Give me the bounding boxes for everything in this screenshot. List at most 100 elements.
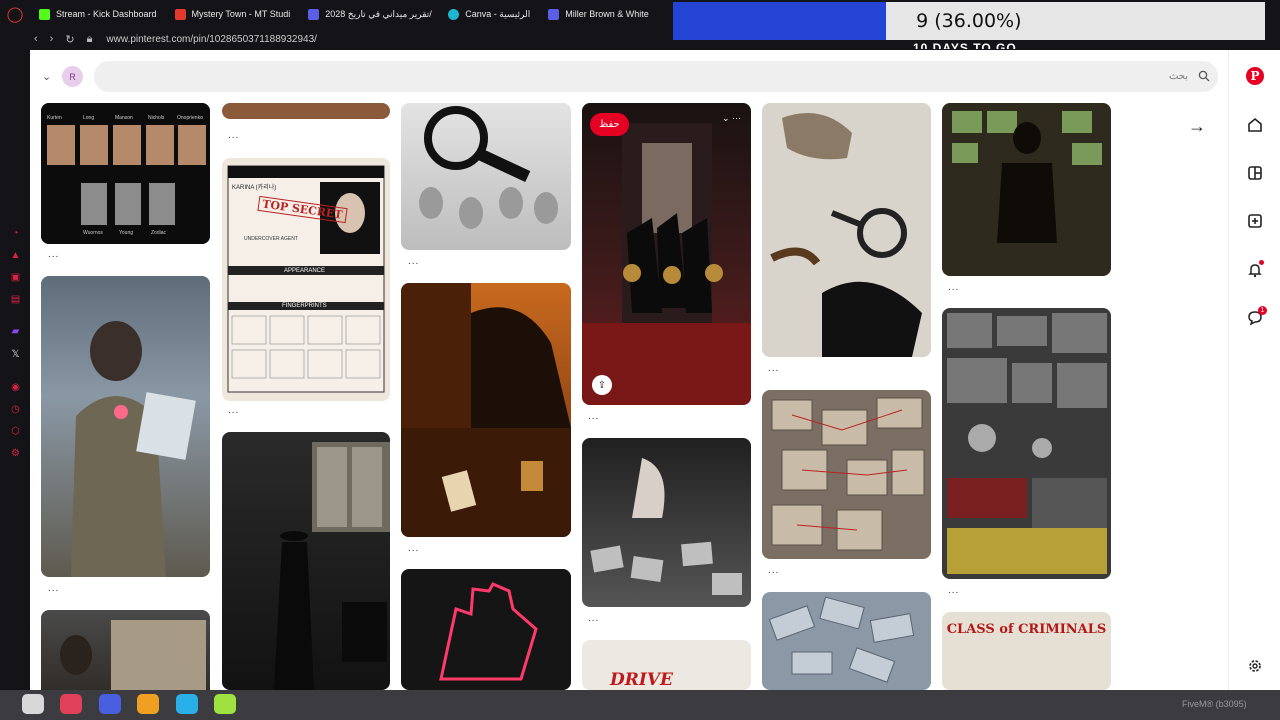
case-wall-image [771,397,925,551]
pin-more-button[interactable]: ... [588,613,599,624]
pin-class-criminals[interactable]: CLASS of CRIMINALS [942,612,1111,690]
search-input[interactable] [94,61,1218,92]
pin-noir-detective[interactable] [222,432,390,690]
pin-more-button[interactable]: ... [768,565,779,576]
fingerprints-image [419,106,558,229]
pin-detective-woman[interactable] [41,276,210,577]
x-icon[interactable]: 𝕏 [10,349,21,360]
pin-heist[interactable]: حفظ ⌄ ⋯ ⇪ [582,103,751,405]
pin-options-icon[interactable]: ⌄ ⋯ [722,113,741,124]
lineup-name: Young [119,230,133,236]
taskbar-app-icon[interactable] [99,694,121,714]
lock-icon: 🔒︎ [86,32,93,45]
lineup-name: Zodiac [151,230,167,236]
pinterest-page: ⌄ R → Kurten Long Manson Nichols Onoprie… [30,50,1280,690]
pin-more-button[interactable]: ... [948,585,959,596]
neon-hand-image [439,582,538,681]
goal-subtitle: 10 DAYS TO GO [913,41,1017,49]
reload-icon[interactable]: ↻ [65,33,74,46]
sidebar-app-icon[interactable]: ▲ [10,250,21,261]
taskbar-app-icon[interactable] [137,694,159,714]
history-icon[interactable]: ◷ [10,404,21,415]
sidebar-app-icon[interactable]: ▣ [10,272,21,283]
fivem-label: FiveM® (b3095) [1182,699,1247,709]
pin-top-cut[interactable] [222,103,390,119]
pin-more-button[interactable]: ... [48,583,59,594]
opera-logo-icon[interactable]: ◯ [0,0,30,28]
pin-evidence-board[interactable] [41,610,210,690]
id-role: UNDERCOVER AGENT [244,236,298,242]
lineup-name: Onoprienko [177,115,203,121]
sidebar-app-icon[interactable]: ⬡ [10,426,21,437]
pin-drive[interactable]: DRIVE [582,640,751,690]
pin-sherlock[interactable] [762,103,931,357]
share-icon[interactable]: ⇪ [592,375,612,395]
settings-icon[interactable]: ⚙ [10,448,21,459]
pinterest-logo-icon[interactable]: P [1243,64,1267,88]
boards-icon[interactable] [1243,161,1267,185]
discord-icon [548,8,560,20]
pin-fingerprints[interactable] [401,103,571,250]
goal-progress-fill [673,2,887,40]
taskbar-app-icon[interactable] [60,694,82,714]
arrow-right-icon[interactable]: → [1188,116,1206,137]
taskbar: FiveM® (b3095) [0,690,1280,720]
tab-canva[interactable]: Canva - الرئيسية [439,0,539,28]
collage-image [947,313,1107,574]
create-icon[interactable] [1243,209,1267,233]
sidebar-app-icon[interactable]: ◉ [10,382,21,393]
home-icon[interactable] [1243,113,1267,137]
discord-icon [308,8,320,20]
sidebar-app-icon[interactable]: ◔ [10,228,21,239]
tab-miller[interactable]: Miller Brown & White [539,0,658,28]
lineup-name: Wuornos [83,230,103,236]
tab-report[interactable]: تقرير ميداني في تاريخ 2028/ [299,0,439,28]
back-icon[interactable]: ‹ [34,33,38,45]
avatar[interactable]: R [62,66,83,87]
notification-dot [1259,260,1264,265]
lineup-name: Manson [115,115,133,121]
pin-more-button[interactable]: ... [768,363,779,374]
tab-mystery-town[interactable]: Mystery Town - MT Studi [166,0,300,28]
messages-icon[interactable]: 1 [1243,306,1267,330]
settings-gear-icon[interactable] [1243,654,1267,678]
notifications-icon[interactable] [1243,258,1267,282]
pin-crime-scene[interactable] [582,438,751,607]
pin-id-card[interactable]: KARINA (카리나) TOP SECRET UNDERCOVER AGENT… [222,158,390,401]
browser-sidebar: ◔ ▲ ▣ ▤ ▰ 𝕏 ◉ ◷ ⬡ ⚙ [0,50,30,690]
id-name: KARINA (카리나) [232,185,277,191]
pin-case-wall[interactable] [762,390,931,559]
save-button[interactable]: حفظ [590,113,629,136]
taskbar-app-icon[interactable] [22,694,44,714]
sidebar-app-icon[interactable]: ▤ [10,294,21,305]
lineup-image [41,103,210,244]
chevron-down-icon[interactable]: ⌄ [42,70,54,83]
pin-noir-illustration[interactable] [401,283,571,537]
forward-icon[interactable]: › [50,33,54,45]
pin-more-button[interactable]: ... [408,543,419,554]
pin-more-button[interactable]: ... [588,411,599,422]
lineup-name: Long [83,115,95,121]
pin-more-button[interactable]: ... [228,405,239,416]
tab-kick[interactable]: Stream - Kick Dashboard [30,0,166,28]
pin-more-button[interactable]: ... [948,282,959,293]
goal-overlay: 9 (36.00%) [673,2,1265,40]
taskbar-app-icon[interactable] [176,694,198,714]
twitch-icon[interactable]: ▰ [10,326,21,337]
taskbar-app-icon[interactable] [214,694,236,714]
messages-badge: 1 [1258,306,1267,315]
pin-lineup[interactable]: Kurten Long Manson Nichols Onoprienko Wu… [41,103,210,244]
pin-neon-hand[interactable] [401,569,571,690]
pin-cameras[interactable] [762,592,931,690]
surveillance-room-image [952,111,1102,243]
pin-more-button[interactable]: ... [48,249,59,260]
pin-more-button[interactable]: ... [408,256,419,267]
url-text[interactable]: www.pinterest.com/pin/102865037118893294… [106,34,317,45]
cameras-image [768,596,915,683]
pin-more-button[interactable]: ... [228,130,239,141]
mt-icon [174,8,186,20]
lineup-name: Kurten [47,115,62,121]
pin-surveillance-room[interactable] [942,103,1111,276]
pin-collage[interactable] [942,308,1111,579]
avatar-letter: R [69,71,76,82]
